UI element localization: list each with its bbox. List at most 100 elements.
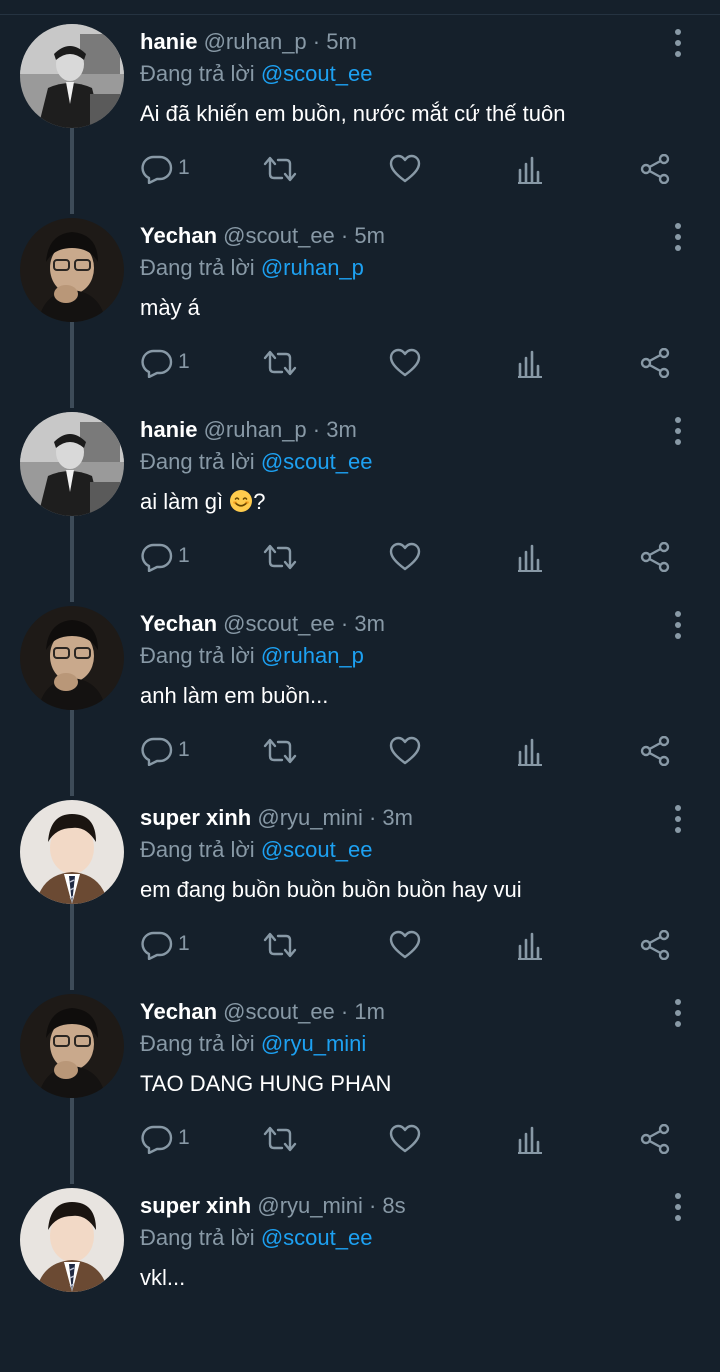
avatar[interactable]	[20, 1188, 124, 1292]
display-name[interactable]: hanie	[140, 29, 197, 54]
timestamp[interactable]: 5m	[354, 223, 385, 248]
mention-link[interactable]: @ruhan_p	[261, 643, 364, 668]
reply-button[interactable]: 1	[140, 732, 200, 772]
avatar[interactable]	[20, 800, 124, 904]
more-icon[interactable]	[668, 28, 688, 58]
share-button[interactable]	[638, 150, 678, 190]
analytics-button[interactable]	[516, 150, 556, 190]
like-button[interactable]	[388, 926, 428, 966]
mention-link[interactable]: @scout_ee	[261, 1225, 373, 1250]
analytics-icon	[518, 1126, 542, 1154]
reply-button[interactable]: 1	[140, 344, 200, 384]
more-icon[interactable]	[668, 804, 688, 834]
timestamp[interactable]: 3m	[382, 805, 413, 830]
timestamp[interactable]: 1m	[354, 999, 385, 1024]
like-icon	[389, 542, 421, 571]
retweet-button[interactable]	[262, 926, 302, 966]
more-icon[interactable]	[668, 998, 688, 1028]
display-name[interactable]: Yechan	[140, 223, 217, 248]
analytics-button[interactable]	[516, 732, 556, 772]
separator-dot: ·	[368, 805, 377, 830]
like-button[interactable]	[388, 732, 428, 772]
share-button[interactable]	[638, 538, 678, 578]
analytics-button[interactable]	[516, 538, 556, 578]
timestamp[interactable]: 8s	[382, 1193, 405, 1218]
analytics-button[interactable]	[516, 926, 556, 966]
like-button[interactable]	[388, 150, 428, 190]
reply-button[interactable]: 1	[140, 150, 200, 190]
share-button[interactable]	[638, 732, 678, 772]
share-icon	[640, 930, 670, 960]
mention-link[interactable]: @scout_ee	[261, 449, 373, 474]
like-button[interactable]	[388, 1120, 428, 1160]
timestamp[interactable]: 3m	[326, 417, 357, 442]
reply-button[interactable]: 1	[140, 538, 200, 578]
reply-icon	[141, 1125, 173, 1154]
avatar[interactable]	[20, 218, 124, 322]
reply-count: 1	[178, 1126, 190, 1149]
avatar[interactable]	[20, 412, 124, 516]
tweet[interactable]: Yechan @scout_ee · 5m Đang trả lời @ruha…	[0, 208, 720, 408]
tweet[interactable]: Yechan @scout_ee · 1m Đang trả lời @ryu_…	[0, 984, 720, 1184]
top-divider	[0, 0, 720, 15]
user-handle[interactable]: @ruhan_p	[204, 417, 307, 442]
mention-link[interactable]: @ryu_mini	[261, 1031, 366, 1056]
tweet-actions: 1	[140, 732, 680, 772]
retweet-icon	[263, 738, 297, 764]
reply-button[interactable]: 1	[140, 1120, 200, 1160]
retweet-icon	[263, 544, 297, 570]
retweet-icon	[263, 1126, 297, 1152]
reply-button[interactable]: 1	[140, 926, 200, 966]
avatar[interactable]	[20, 24, 124, 128]
retweet-button[interactable]	[262, 344, 302, 384]
user-handle[interactable]: @scout_ee	[223, 611, 335, 636]
thread-connector	[70, 322, 74, 408]
tweet-actions: 1	[140, 150, 680, 190]
thread-connector	[70, 710, 74, 796]
more-icon[interactable]	[668, 1192, 688, 1222]
timestamp[interactable]: 5m	[326, 29, 357, 54]
user-handle[interactable]: @ryu_mini	[257, 805, 362, 830]
thread-connector	[70, 128, 74, 214]
retweet-button[interactable]	[262, 732, 302, 772]
thread-connector	[70, 516, 74, 602]
display-name[interactable]: super xinh	[140, 805, 251, 830]
mention-link[interactable]: @scout_ee	[261, 61, 373, 86]
like-button[interactable]	[388, 538, 428, 578]
share-button[interactable]	[638, 344, 678, 384]
tweet[interactable]: super xinh @ryu_mini · 8s Đang trả lời @…	[0, 1178, 720, 1372]
more-icon[interactable]	[668, 222, 688, 252]
share-button[interactable]	[638, 926, 678, 966]
avatar[interactable]	[20, 994, 124, 1098]
like-button[interactable]	[388, 344, 428, 384]
replying-prefix: Đang trả lời	[140, 1225, 255, 1250]
timestamp[interactable]: 3m	[354, 611, 385, 636]
display-name[interactable]: Yechan	[140, 999, 217, 1024]
analytics-button[interactable]	[516, 1120, 556, 1160]
replying-prefix: Đang trả lời	[140, 837, 255, 862]
mention-link[interactable]: @scout_ee	[261, 837, 373, 862]
user-handle[interactable]: @scout_ee	[223, 223, 335, 248]
replying-to: Đang trả lời @scout_ee	[140, 448, 372, 476]
analytics-button[interactable]	[516, 344, 556, 384]
more-icon[interactable]	[668, 416, 688, 446]
share-button[interactable]	[638, 1120, 678, 1160]
retweet-button[interactable]	[262, 538, 302, 578]
display-name[interactable]: Yechan	[140, 611, 217, 636]
tweet-actions: 1	[140, 926, 680, 966]
display-name[interactable]: super xinh	[140, 1193, 251, 1218]
user-handle[interactable]: @ruhan_p	[204, 29, 307, 54]
retweet-button[interactable]	[262, 1120, 302, 1160]
tweet[interactable]: Yechan @scout_ee · 3m Đang trả lời @ruha…	[0, 596, 720, 796]
tweet[interactable]: hanie @ruhan_p · 5m Đang trả lời @scout_…	[0, 14, 720, 214]
like-icon	[389, 154, 421, 183]
user-handle[interactable]: @scout_ee	[223, 999, 335, 1024]
retweet-button[interactable]	[262, 150, 302, 190]
mention-link[interactable]: @ruhan_p	[261, 255, 364, 280]
more-icon[interactable]	[668, 610, 688, 640]
display-name[interactable]: hanie	[140, 417, 197, 442]
tweet[interactable]: super xinh @ryu_mini · 3m Đang trả lời @…	[0, 790, 720, 990]
tweet[interactable]: hanie @ruhan_p · 3m Đang trả lời @scout_…	[0, 402, 720, 602]
user-handle[interactable]: @ryu_mini	[257, 1193, 362, 1218]
avatar[interactable]	[20, 606, 124, 710]
